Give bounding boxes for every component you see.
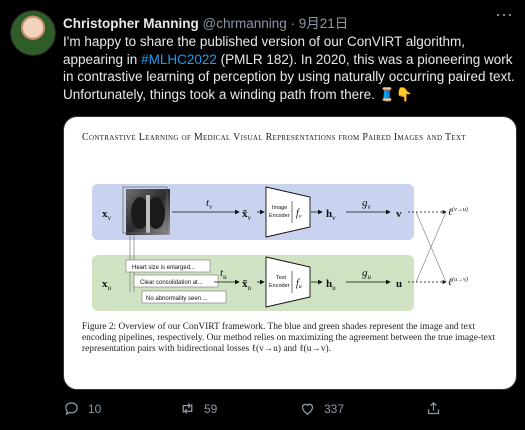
author-name[interactable]: Christopher Manning (63, 16, 199, 31)
heart-icon (301, 403, 314, 415)
hashtag-link[interactable]: #MLHC2022 (141, 52, 217, 67)
retweet-count: 59 (204, 401, 218, 416)
svg-text:Encoder: Encoder (269, 213, 290, 219)
like-button[interactable]: 337 (299, 400, 344, 417)
v-label: v (396, 208, 402, 220)
reply-icon (65, 402, 78, 416)
svg-text:Encoder: Encoder (269, 283, 290, 289)
svg-text:No abnormality seen ...: No abnormality seen ... (146, 296, 208, 302)
avatar[interactable] (10, 10, 56, 56)
tweet-header: Christopher Manning @chrmanning · 9月21日 (63, 12, 348, 32)
tweet-actions: 10 59 337 (63, 400, 515, 418)
attached-image[interactable]: Contrastive Learning of Medical Visual R… (63, 116, 517, 390)
share-button[interactable] (425, 400, 442, 417)
svg-text:Clear consolidation at...: Clear consolidation at... (140, 280, 203, 286)
more-options-icon[interactable]: ··· (495, 5, 513, 23)
like-count: 337 (324, 401, 345, 416)
loss-u-v: ℓ(u→v) (448, 276, 468, 288)
svg-text:Image: Image (272, 205, 287, 211)
loss-v-u: ℓ(v→u) (448, 206, 468, 218)
svg-text:Heart size is enlarged...: Heart size is enlarged... (132, 265, 195, 271)
svg-text:Text: Text (276, 275, 287, 281)
retweet-icon (182, 403, 193, 414)
figure-caption: Figure 2: Overview of our ConVIRT framew… (82, 322, 496, 355)
retweet-button[interactable]: 59 (179, 400, 217, 417)
reply-count: 10 (88, 401, 102, 416)
author-handle[interactable]: @chrmanning (203, 16, 287, 31)
reply-button[interactable]: 10 (63, 400, 101, 417)
u-label: u (396, 278, 402, 290)
share-icon (427, 401, 440, 415)
tweet-text: I'm happy to share the published version… (63, 33, 515, 103)
tweet-time[interactable]: · 9月21日 (291, 16, 349, 31)
tweet[interactable]: Christopher Manning @chrmanning · 9月21日 … (0, 0, 525, 430)
